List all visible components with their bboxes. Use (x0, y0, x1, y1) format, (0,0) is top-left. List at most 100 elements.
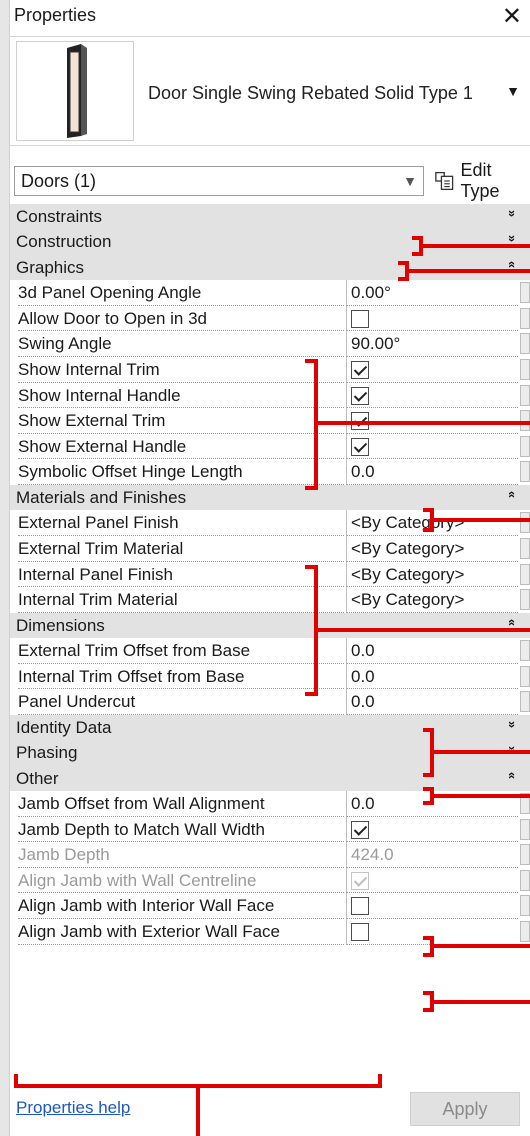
property-name: Jamb Depth (18, 842, 344, 868)
property-name: Jamb Offset from Wall Alignment (18, 791, 344, 817)
expand-icon[interactable]: » (505, 746, 520, 753)
category-phasing[interactable]: Phasing » (10, 740, 530, 766)
associate-parameter-button[interactable] (520, 512, 530, 534)
checkbox-checked[interactable] (351, 437, 369, 456)
checkbox-checked[interactable] (351, 412, 369, 431)
property-value-checkbox-cell[interactable] (346, 919, 518, 945)
type-dropdown-icon[interactable]: ▼ (506, 83, 520, 99)
associate-parameter-button[interactable] (520, 665, 530, 687)
checkbox-checked[interactable] (351, 386, 369, 405)
palette-title: Properties (14, 5, 97, 25)
property-value-checkbox-cell[interactable] (346, 356, 518, 383)
checkbox-checked[interactable] (351, 360, 369, 379)
properties-help-link[interactable]: Properties help (16, 1098, 130, 1118)
checkbox-checked[interactable] (351, 820, 369, 839)
property-row: Symbolic Offset Hinge Length 0.0 (10, 459, 530, 485)
associate-parameter-button[interactable] (520, 537, 530, 559)
associate-parameter-button[interactable] (520, 895, 530, 917)
expand-icon[interactable]: » (505, 210, 520, 217)
property-row: Show Internal Trim (10, 356, 530, 383)
property-value-checkbox-cell[interactable] (346, 382, 518, 409)
expand-icon[interactable]: » (505, 235, 520, 242)
collapse-icon[interactable]: « (505, 619, 520, 626)
associate-parameter-button[interactable] (520, 921, 530, 942)
property-name: Align Jamb with Exterior Wall Face (18, 919, 344, 945)
property-value-checkbox-cell (346, 867, 518, 894)
property-name: Symbolic Offset Hinge Length (18, 459, 344, 485)
property-name: Jamb Depth to Match Wall Width (18, 817, 344, 843)
checkbox-unchecked[interactable] (351, 923, 369, 941)
checkbox-unchecked[interactable] (351, 897, 369, 916)
associate-parameter-button[interactable] (520, 589, 530, 611)
associate-parameter-button[interactable] (520, 691, 530, 713)
property-name: Show External Handle (18, 434, 344, 460)
apply-button[interactable]: Apply (410, 1092, 520, 1126)
property-value[interactable]: 0.0 (346, 459, 518, 485)
checkbox-unchecked[interactable] (351, 309, 369, 328)
associate-parameter-button[interactable] (520, 435, 530, 457)
category-label: Dimensions (16, 615, 105, 635)
title-bar: Properties ✕ (10, 0, 530, 34)
category-construction[interactable]: Construction » (10, 229, 530, 255)
property-value-checkbox-cell[interactable] (346, 305, 518, 332)
property-row: Allow Door to Open in 3d (10, 305, 530, 332)
collapse-icon[interactable]: « (505, 772, 520, 779)
edit-type-button[interactable]: Edit Type (434, 160, 530, 201)
associate-parameter-button[interactable] (520, 869, 530, 891)
filter-row: Doors (1) ▼ Edit Type (10, 160, 530, 201)
property-value[interactable]: 90.00° (346, 331, 518, 357)
associate-parameter-button[interactable] (520, 640, 530, 662)
properties-palette: Properties ✕ Door Single Swing Rebated S… (0, 0, 530, 1136)
property-value[interactable]: 0.0 (346, 689, 518, 715)
associate-parameter-button[interactable] (520, 384, 530, 406)
property-value-checkbox-cell[interactable] (346, 816, 518, 843)
property-value[interactable]: 0.0 (346, 791, 518, 817)
property-row: Jamb Depth to Match Wall Width (10, 816, 530, 843)
associate-parameter-button[interactable] (520, 461, 530, 483)
instance-filter-value: Doors (1) (21, 171, 97, 191)
collapse-icon[interactable]: « (505, 491, 520, 498)
property-row: Show External Handle (10, 433, 530, 460)
associate-parameter-button[interactable] (520, 410, 530, 432)
property-name: Swing Angle (18, 331, 344, 357)
property-name: Show Internal Trim (18, 357, 344, 383)
associate-parameter-button[interactable] (520, 307, 530, 329)
category-label: Other (16, 768, 59, 788)
property-row: Swing Angle 90.00° (10, 331, 530, 357)
associate-parameter-button[interactable] (520, 333, 530, 355)
door-thumbnail-icon (16, 41, 134, 141)
property-value[interactable]: 0.00° (346, 280, 518, 306)
associate-parameter-button[interactable] (520, 563, 530, 585)
property-value[interactable]: 0.0 (346, 663, 518, 690)
category-graphics[interactable]: Graphics « (10, 254, 530, 281)
property-name: Internal Trim Material (18, 587, 344, 613)
category-other[interactable]: Other « (10, 765, 530, 792)
category-constraints[interactable]: Constraints » (10, 204, 530, 230)
instance-filter-select[interactable]: Doors (1) ▼ (14, 166, 424, 196)
property-value-checkbox-cell[interactable] (346, 408, 518, 434)
palette-left-edge[interactable] (0, 0, 10, 1136)
property-name: Show External Trim (18, 408, 344, 434)
type-selector[interactable]: Door Single Swing Rebated Solid Type 1 ▼ (10, 36, 530, 146)
category-dimensions[interactable]: Dimensions « (10, 612, 530, 639)
category-materials-and-finishes[interactable]: Materials and Finishes « (10, 484, 530, 511)
expand-icon[interactable]: » (505, 721, 520, 728)
property-value-checkbox-cell[interactable] (346, 893, 518, 919)
close-icon[interactable]: ✕ (502, 0, 522, 34)
associate-parameter-button[interactable] (520, 793, 530, 815)
category-identity-data[interactable]: Identity Data » (10, 714, 530, 741)
category-label: Materials and Finishes (16, 487, 187, 507)
property-value[interactable]: <By Category> (346, 510, 518, 536)
collapse-icon[interactable]: « (505, 261, 520, 268)
property-value-checkbox-cell[interactable] (346, 433, 518, 460)
property-value[interactable]: <By Category> (346, 535, 518, 562)
property-value[interactable]: 0.0 (346, 638, 518, 664)
associate-parameter-button[interactable] (520, 282, 530, 304)
category-label: Phasing (16, 743, 78, 763)
associate-parameter-button[interactable] (520, 818, 530, 840)
property-value[interactable]: <By Category> (346, 587, 518, 613)
property-value[interactable]: <By Category> (346, 561, 518, 588)
associate-parameter-button[interactable] (520, 358, 530, 380)
type-name: Door Single Swing Rebated Solid Type 1 (148, 83, 473, 103)
associate-parameter-button[interactable] (520, 844, 530, 866)
